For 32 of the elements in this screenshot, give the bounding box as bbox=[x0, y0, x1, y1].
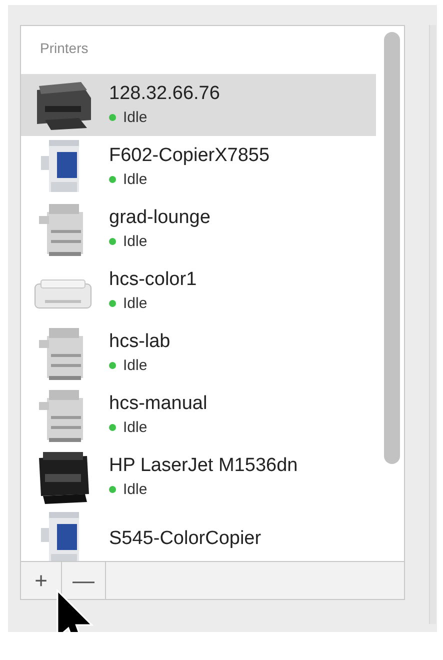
printer-status: Idle bbox=[123, 171, 148, 188]
printer-row[interactable]: F602-CopierX7855 Idle bbox=[21, 136, 376, 198]
printer-row[interactable]: hcs-lab Idle bbox=[21, 322, 376, 384]
printer-status: Idle bbox=[123, 419, 148, 436]
printer-name: F602-CopierX7855 bbox=[109, 146, 270, 166]
printer-name: hcs-color1 bbox=[109, 270, 197, 290]
printer-row[interactable]: hcs-color1 Idle bbox=[21, 260, 376, 322]
printer-status: Idle bbox=[123, 357, 148, 374]
status-dot bbox=[109, 486, 116, 494]
printer-row[interactable]: S545-ColorCopier bbox=[21, 508, 376, 561]
printer-name: 128.32.66.76 bbox=[109, 84, 220, 104]
printer-row[interactable]: hcs-manual Idle bbox=[21, 384, 376, 446]
scrollbar-thumb[interactable] bbox=[384, 32, 400, 464]
printer-name: HP LaserJet M1536dn bbox=[109, 456, 298, 476]
printer-status: Idle bbox=[123, 109, 148, 126]
printer-name: hcs-lab bbox=[109, 332, 170, 352]
list-header: Printers bbox=[39, 39, 90, 58]
printer-status: Idle bbox=[123, 233, 148, 250]
printer-row[interactable]: grad-lounge Idle bbox=[21, 198, 376, 260]
printer-name: hcs-manual bbox=[109, 394, 208, 414]
printer-status: Idle bbox=[123, 481, 148, 498]
status-dot bbox=[109, 238, 116, 246]
printer-name: grad-lounge bbox=[109, 208, 210, 228]
status-dot bbox=[109, 424, 116, 432]
status-dot bbox=[109, 176, 116, 184]
printer-name: S545-ColorCopier bbox=[109, 528, 262, 550]
status-dot bbox=[109, 362, 116, 370]
printer-row[interactable]: 128.32.66.76 Idle bbox=[21, 74, 376, 136]
printer-status: Idle bbox=[123, 295, 148, 312]
status-dot bbox=[109, 300, 116, 308]
status-dot bbox=[109, 114, 116, 122]
printer-row[interactable]: HP LaserJet M1536dn Idle bbox=[21, 446, 376, 508]
